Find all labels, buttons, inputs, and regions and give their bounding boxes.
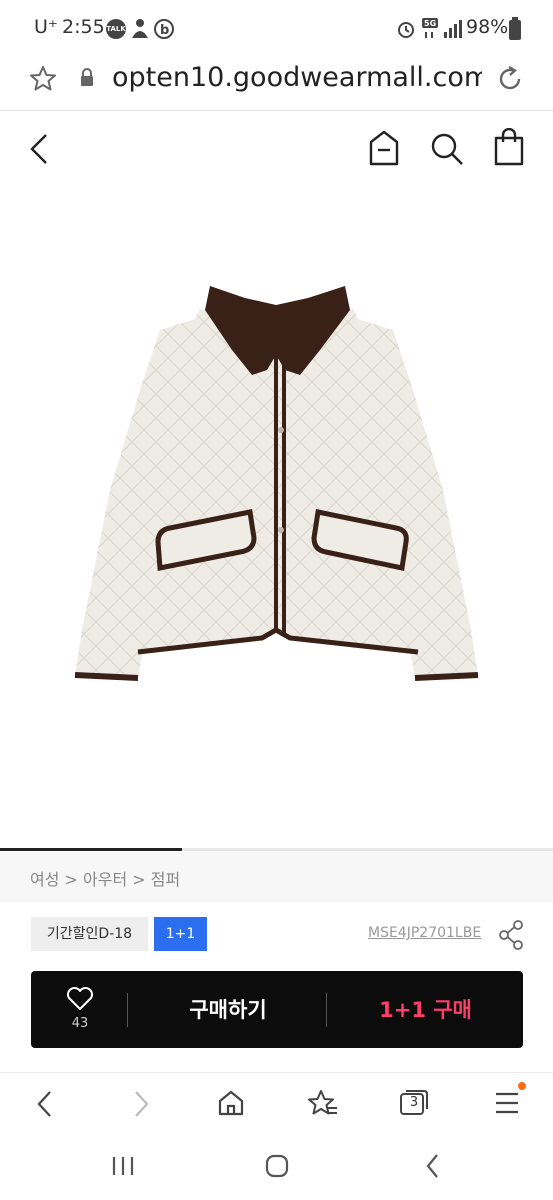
discount-badge: 기간할인D-18 [31, 917, 148, 951]
back-icon[interactable] [26, 132, 52, 166]
share-icon[interactable] [498, 920, 526, 950]
svg-text:5G: 5G [424, 19, 436, 28]
5g-icon: 5G [422, 18, 438, 38]
alarm-icon [398, 22, 414, 38]
bookmark-add-icon[interactable] [308, 1088, 338, 1118]
b-icon: b [154, 19, 174, 39]
svg-text:b: b [160, 23, 169, 38]
status-time: 2:55 [62, 16, 105, 38]
product-code: MSE4JP2701LBE [368, 925, 482, 941]
home-menu-icon[interactable] [367, 128, 401, 168]
back-icon[interactable] [422, 1152, 444, 1180]
app-header [0, 112, 553, 188]
shopping-bag-icon[interactable] [492, 128, 526, 168]
buy-bar-divider [127, 993, 128, 1027]
tab-count: 3 [409, 1095, 419, 1110]
recent-apps-icon[interactable] [110, 1154, 136, 1178]
like-count: 43 [71, 1016, 89, 1031]
refresh-icon[interactable] [496, 64, 526, 94]
buy-bar-divider [326, 993, 327, 1027]
person-icon [132, 19, 148, 38]
lock-icon [81, 68, 93, 86]
buy-now-button[interactable]: 구매하기 [130, 993, 326, 1027]
search-icon[interactable] [428, 130, 466, 168]
url-text[interactable]: opten10.goodwearmall.com [112, 62, 482, 93]
menu-icon[interactable] [494, 1090, 520, 1116]
product-image[interactable] [0, 190, 553, 848]
home-icon[interactable] [264, 1152, 290, 1180]
signal-icon [444, 20, 462, 38]
back-icon[interactable] [34, 1090, 56, 1118]
battery-percent: 98% [466, 16, 509, 38]
bookmark-star-icon[interactable] [28, 64, 58, 94]
image-progress-fill [0, 848, 182, 851]
notification-dot [518, 1082, 526, 1090]
forward-icon[interactable] [130, 1090, 152, 1118]
breadcrumb[interactable]: 여성 > 아우터 > 점퍼 [30, 866, 180, 890]
browser-bottom-nav [0, 1072, 553, 1139]
carrier-label: U⁺ [34, 16, 58, 38]
heart-icon[interactable] [66, 986, 94, 1012]
talk-icon: TALK [106, 19, 126, 39]
buy-one-plus-one-button[interactable]: 1+1 구매 [328, 993, 523, 1027]
one-plus-one-badge: 1+1 [154, 917, 207, 951]
home-icon[interactable] [217, 1089, 245, 1117]
battery-icon [509, 17, 521, 40]
